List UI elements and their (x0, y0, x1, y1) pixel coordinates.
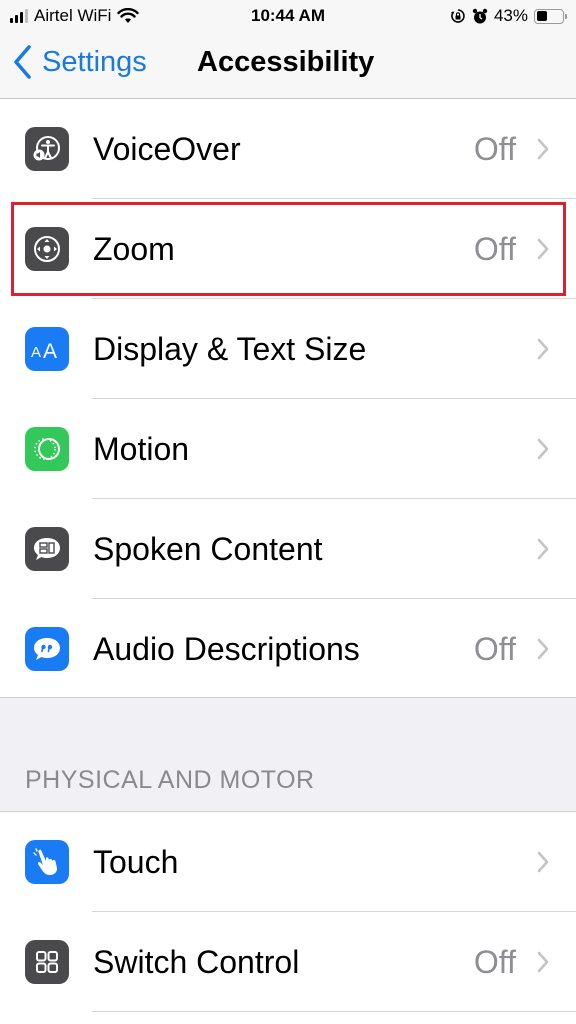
row-label: VoiceOver (93, 130, 241, 167)
settings-row-motion[interactable]: Motion (0, 399, 576, 499)
section-spacer: PHYSICAL AND MOTOR (0, 697, 576, 812)
row-value: Off (473, 630, 516, 667)
battery-icon (534, 8, 567, 24)
settings-row-display-and-text-size[interactable]: AA Display & Text Size (0, 299, 576, 399)
chevron-right-icon (537, 951, 549, 973)
chevron-right-icon (537, 338, 549, 360)
motion-icon (25, 427, 69, 471)
physical-settings-list: Touch Switch Control Off (0, 812, 576, 1012)
touch-icon (25, 840, 69, 884)
row-label: Zoom (93, 230, 175, 267)
chevron-right-icon (537, 238, 549, 260)
section-header-physical-motor: PHYSICAL AND MOTOR (25, 766, 315, 794)
row-separator (92, 1011, 576, 1012)
text-size-icon: AA (25, 327, 69, 371)
status-bar: Airtel WiFi 10:44 AM 43% (0, 0, 576, 34)
settings-row-voiceover[interactable]: VoiceOver Off (0, 99, 576, 199)
back-button[interactable]: Settings (12, 44, 147, 80)
battery-fill (536, 11, 548, 21)
row-value: Off (473, 943, 516, 980)
switch-control-icon (25, 940, 69, 984)
status-right: 43% (450, 6, 567, 26)
row-label: Touch (93, 843, 179, 880)
row-label: Switch Control (93, 943, 300, 980)
settings-row-zoom[interactable]: Zoom Off (0, 199, 576, 299)
settings-row-audio-descriptions[interactable]: Audio Descriptions Off (0, 599, 576, 699)
battery-percent: 43% (493, 6, 528, 25)
row-label: Display & Text Size (93, 330, 367, 367)
settings-row-spoken-content[interactable]: Spoken Content (0, 499, 576, 599)
chevron-right-icon (537, 851, 549, 873)
settings-row-switch-control[interactable]: Switch Control Off (0, 912, 576, 1012)
orientation-lock-icon (450, 9, 465, 23)
row-label: Spoken Content (93, 530, 323, 567)
row-label: Audio Descriptions (93, 630, 360, 667)
svg-text:A: A (31, 344, 41, 361)
row-value: Off (473, 130, 516, 167)
zoom-icon (25, 227, 69, 271)
settings-row-touch[interactable]: Touch (0, 812, 576, 912)
page-title: Accessibility (197, 46, 375, 78)
svg-text:A: A (43, 340, 57, 361)
navigation-bar: Settings Accessibility (0, 34, 576, 99)
chevron-right-icon (537, 638, 549, 660)
voiceover-icon (25, 127, 69, 171)
chevron-left-icon (14, 45, 31, 79)
audio-descriptions-icon (25, 627, 69, 671)
row-value: Off (473, 230, 516, 267)
row-label: Motion (93, 430, 190, 467)
alarm-icon (472, 8, 488, 23)
chevron-right-icon (537, 538, 549, 560)
spoken-content-icon (25, 527, 69, 571)
chevron-right-icon (537, 438, 549, 460)
vision-settings-list: VoiceOver Off Zoom Off AA Display & Text… (0, 99, 576, 699)
chevron-right-icon (537, 138, 549, 160)
back-label: Settings (42, 45, 147, 78)
